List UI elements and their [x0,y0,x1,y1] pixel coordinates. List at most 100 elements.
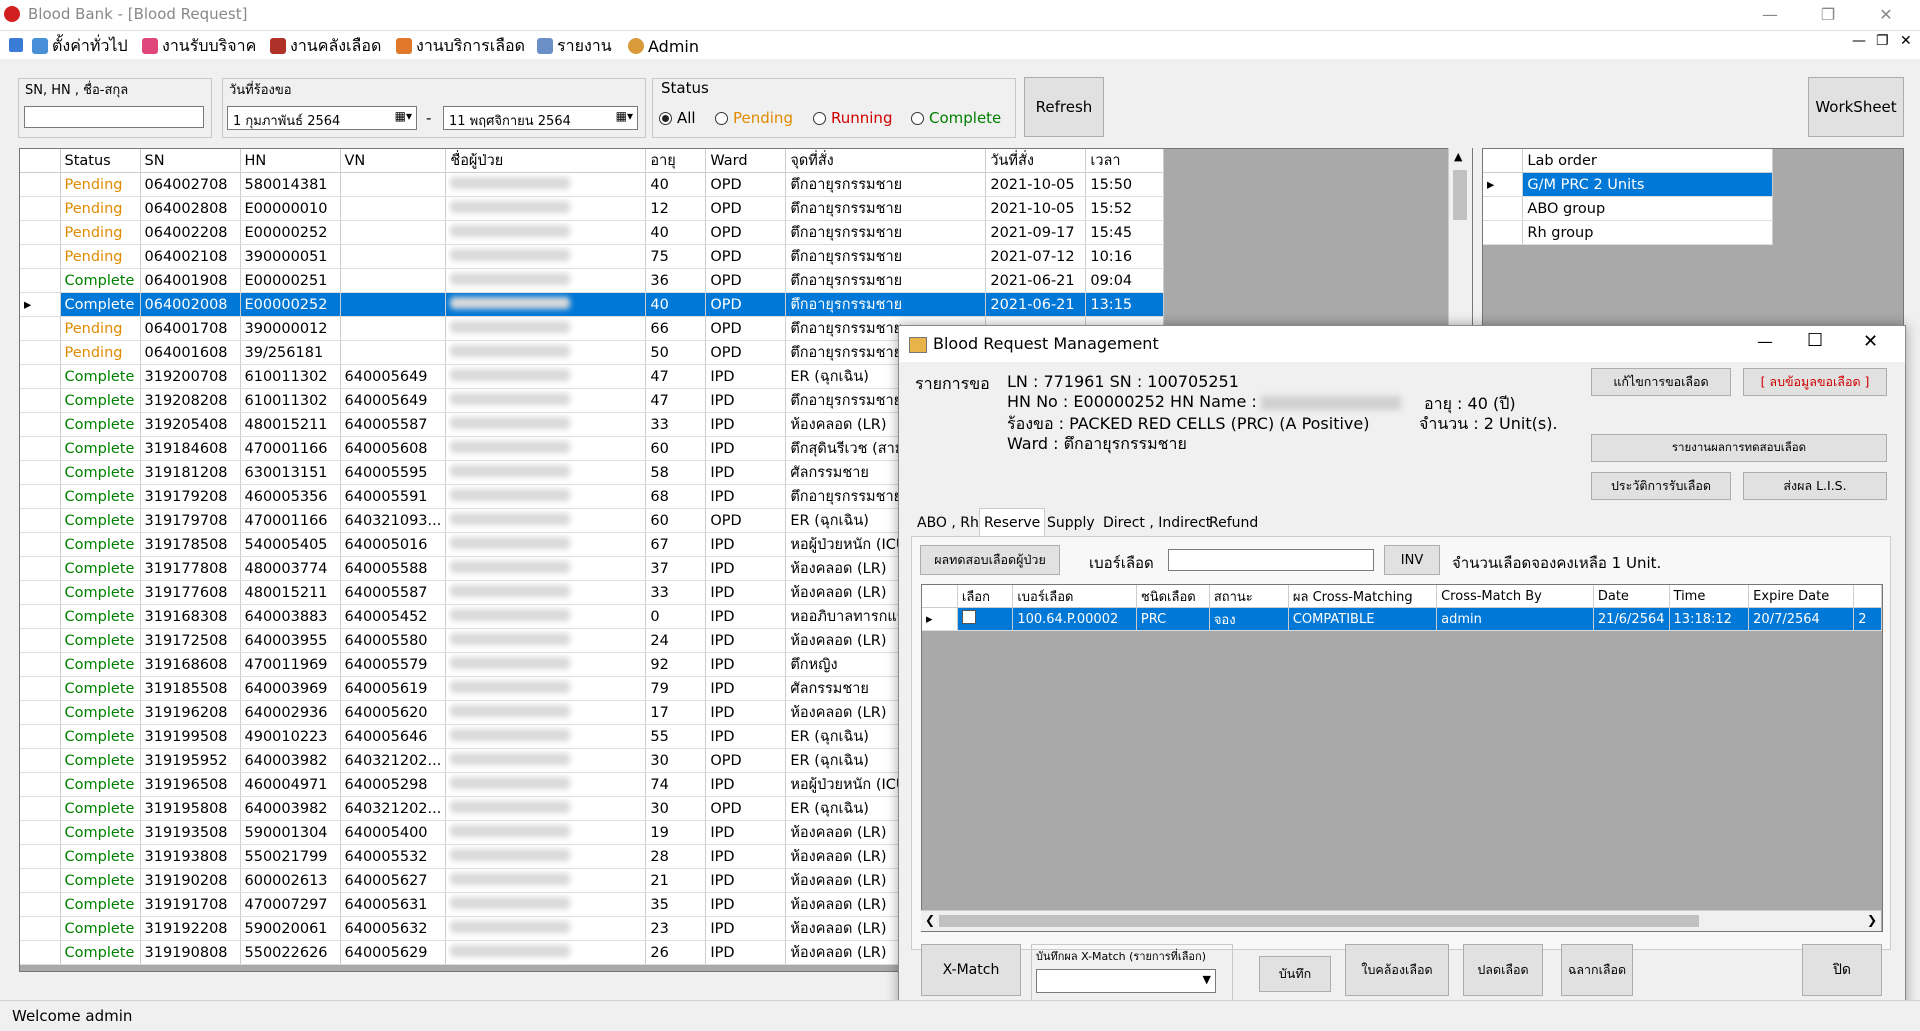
table-cell[interactable]: 640321093... [340,508,447,533]
status-cell[interactable]: Pending [60,172,141,197]
status-cell[interactable]: Complete [60,916,141,941]
table-row[interactable]: Pending 064002708 580014381 40 OPD ตึกอายุรกร… [20,172,1165,197]
table-row[interactable]: Complete 064001908 E00000251 36 OPD ตึกอายุรก… [20,268,1165,293]
table-cell[interactable]: E00000251 [240,268,341,293]
table-cell[interactable]: IPD [705,676,787,701]
table-cell[interactable]: IPD [705,868,787,893]
patient-name-cell[interactable] [445,820,647,845]
table-cell[interactable]: 590020061 [240,916,341,941]
table-cell[interactable]: 640005631 [340,892,447,917]
table-cell[interactable]: 640003982 [240,796,341,821]
column-header[interactable]: Ward [705,149,787,173]
table-cell[interactable]: 640005619 [340,676,447,701]
reserve-cell[interactable]: 20/7/2564 [1748,607,1855,631]
calendar-dropdown-icon[interactable]: ▦▾ [395,109,412,123]
table-cell[interactable]: 17 [645,700,707,725]
table-cell[interactable]: 319168608 [140,652,241,677]
table-cell[interactable]: 470001166 [240,436,341,461]
table-cell[interactable]: 319184608 [140,436,241,461]
table-cell[interactable]: 36 [645,268,707,293]
reserve-column-header[interactable]: ผล Cross-Matching [1288,585,1438,608]
patient-name-cell[interactable] [445,676,647,701]
table-cell[interactable]: 68 [645,484,707,509]
table-cell[interactable]: 390000051 [240,244,341,269]
table-cell[interactable]: 23 [645,916,707,941]
patient-name-cell[interactable] [445,580,647,605]
table-cell[interactable]: 064001708 [140,316,241,341]
patient-name-cell[interactable] [445,724,647,749]
status-cell[interactable]: Complete [60,268,141,293]
table-cell[interactable]: 30 [645,796,707,821]
table-cell[interactable]: 319196208 [140,700,241,725]
table-cell[interactable]: IPD [705,916,787,941]
table-cell[interactable]: 490010223 [240,724,341,749]
tab-supply[interactable]: Supply [1043,510,1099,536]
patient-name-cell[interactable] [445,244,647,269]
patient-name-cell[interactable] [445,220,647,245]
mdi-minimize-icon[interactable]: — [1852,33,1866,49]
column-header[interactable]: วันที่สั่ง [985,149,1087,173]
table-cell[interactable]: 319178508 [140,532,241,557]
table-cell[interactable]: 15:50 [1085,172,1165,197]
table-cell[interactable]: 47 [645,388,707,413]
menu-donation[interactable]: งานรับบริจาค [142,35,256,57]
table-cell[interactable]: 640002936 [240,700,341,725]
table-cell[interactable]: IPD [705,604,787,629]
dialog-maximize-icon[interactable]: ☐ [1807,330,1823,351]
table-cell[interactable]: 319193508 [140,820,241,845]
table-cell[interactable]: IPD [705,700,787,725]
table-cell[interactable]: 640005452 [340,604,447,629]
status-cell[interactable]: Complete [60,556,141,581]
patient-name-cell[interactable] [445,700,647,725]
table-cell[interactable]: 60 [645,436,707,461]
reserve-column-header[interactable]: ชนิดเลือด [1136,585,1210,608]
table-cell[interactable]: 640005649 [340,388,447,413]
patient-name-cell[interactable] [445,748,647,773]
reserve-column-header[interactable]: เลือก [957,585,1014,608]
status-cell[interactable]: Complete [60,652,141,677]
table-cell[interactable]: 640005649 [340,364,447,389]
table-cell[interactable]: IPD [705,436,787,461]
table-cell[interactable]: 580014381 [240,172,341,197]
table-cell[interactable] [340,244,447,269]
table-cell[interactable]: 600002613 [240,868,341,893]
table-cell[interactable]: 66 [645,316,707,341]
table-cell[interactable]: 640005587 [340,580,447,605]
table-cell[interactable]: IPD [705,532,787,557]
patient-name-cell[interactable] [445,196,647,221]
table-cell[interactable]: OPD [705,196,787,221]
table-cell[interactable]: 33 [645,580,707,605]
patient-name-cell[interactable] [445,268,647,293]
status-cell[interactable]: Complete [60,700,141,725]
status-cell[interactable]: Complete [60,604,141,629]
table-cell[interactable]: 28 [645,844,707,869]
table-cell[interactable]: 2021-10-05 [985,196,1087,221]
table-cell[interactable]: 55 [645,724,707,749]
table-cell[interactable]: OPD [705,244,787,269]
table-cell[interactable]: 75 [645,244,707,269]
table-cell[interactable]: E00000252 [240,220,341,245]
table-cell[interactable]: 610011302 [240,388,341,413]
grid-vertical-scrollbar[interactable]: ▲ [1448,148,1472,328]
table-cell[interactable]: 470001166 [240,508,341,533]
reserve-column-header[interactable]: Cross-Match By [1436,585,1594,608]
table-cell[interactable]: 319193808 [140,844,241,869]
status-cell[interactable]: Complete [60,940,141,965]
table-cell[interactable]: 640005298 [340,772,447,797]
table-cell[interactable]: 39/256181 [240,340,341,365]
table-cell[interactable]: 540005405 [240,532,341,557]
edit-request-button[interactable]: แก้ไขการขอเลือด [1591,368,1731,396]
status-cell[interactable]: Complete [60,628,141,653]
table-cell[interactable]: 2021-06-21 [985,292,1087,317]
table-cell[interactable]: 480003774 [240,556,341,581]
save-xmatch-button[interactable]: บันทึก [1259,956,1331,992]
reserve-column-header[interactable]: Date [1593,585,1670,608]
table-cell[interactable] [340,316,447,341]
menu-admin[interactable]: Admin [628,35,699,57]
table-cell[interactable]: 2021-09-17 [985,220,1087,245]
table-cell[interactable]: 064002208 [140,220,241,245]
reserve-column-header[interactable]: Expire Date [1748,585,1855,608]
table-cell[interactable]: 319185508 [140,676,241,701]
table-cell[interactable] [340,220,447,245]
status-cell[interactable]: Complete [60,868,141,893]
